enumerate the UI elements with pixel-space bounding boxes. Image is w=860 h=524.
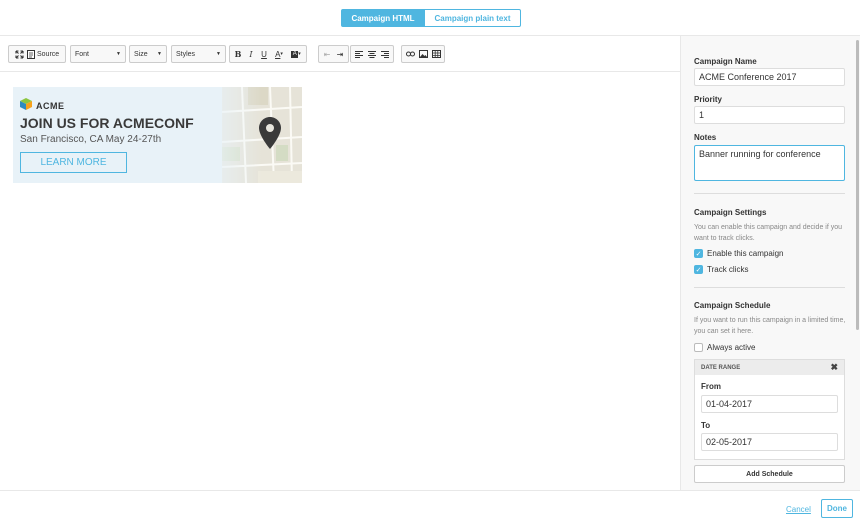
campaign-name-input[interactable]: ACME Conference 2017	[694, 68, 845, 86]
map-pin-icon	[259, 117, 281, 154]
html-editor[interactable]: Source Font ▼ Size ▼ Styles ▼ B I U A ▾ A…	[0, 36, 680, 490]
acme-banner-image[interactable]: ACME JOIN US FOR ACMECONF San Francisco,…	[13, 87, 302, 183]
chevron-down-icon: ▼	[116, 51, 121, 57]
editor-toolbar: Source Font ▼ Size ▼ Styles ▼ B I U A ▾ A…	[0, 36, 680, 72]
banner-headline: JOIN US FOR ACMECONF	[20, 115, 194, 131]
date-range-title: DATE RANGE	[701, 364, 741, 371]
campaign-name-label: Campaign Name	[694, 57, 757, 66]
source-button[interactable]: Source	[8, 45, 66, 63]
indent-group: ⇤ ⇥	[318, 45, 349, 63]
italic-icon[interactable]: I	[245, 47, 257, 61]
size-label: Size	[134, 50, 148, 58]
enable-campaign-checkbox[interactable]: ✓ Enable this campaign	[694, 249, 784, 258]
maximize-icon[interactable]	[13, 47, 25, 61]
track-clicks-checkbox[interactable]: ✓ Track clicks	[694, 265, 748, 274]
date-range-card: DATE RANGE ✖ From 01-04-2017 To 02-05-20…	[694, 359, 845, 460]
acme-brand-text: ACME	[36, 101, 65, 111]
view-tabs: Campaign HTML Campaign plain text	[341, 9, 521, 27]
track-clicks-label: Track clicks	[707, 265, 749, 274]
close-icon[interactable]: ✖	[830, 362, 838, 373]
align-group	[350, 45, 394, 63]
source-label: Source	[37, 50, 60, 58]
notes-label: Notes	[694, 133, 717, 142]
acme-logo: ACME	[20, 97, 65, 115]
font-select[interactable]: Font ▼	[70, 45, 126, 63]
source-icon	[25, 47, 37, 61]
from-label: From	[701, 382, 721, 391]
acme-cube-icon	[20, 97, 32, 115]
notes-textarea[interactable]: Banner running for conference	[694, 145, 845, 181]
background-color-icon[interactable]: A ▾	[288, 47, 304, 61]
map-fade	[202, 87, 262, 183]
indent-icon[interactable]: ⇥	[334, 47, 346, 61]
tab-campaign-html[interactable]: Campaign HTML	[341, 9, 425, 27]
chevron-down-icon: ▼	[157, 51, 162, 57]
styles-label: Styles	[176, 50, 196, 58]
banner-subline: San Francisco, CA May 24-27th	[20, 134, 162, 145]
priority-label: Priority	[694, 95, 723, 104]
size-select[interactable]: Size ▼	[129, 45, 167, 63]
divider	[694, 193, 845, 194]
campaign-settings-panel: Campaign Name ACME Conference 2017 Prior…	[680, 36, 860, 490]
text-color-icon[interactable]: A ▾	[271, 47, 287, 61]
link-icon[interactable]	[404, 47, 416, 61]
checkbox-empty-icon	[694, 343, 703, 352]
always-active-checkbox[interactable]: Always active	[694, 343, 755, 352]
chevron-down-icon: ▼	[216, 51, 221, 57]
campaign-schedule-title: Campaign Schedule	[694, 301, 771, 310]
image-icon[interactable]	[417, 47, 429, 61]
underline-icon[interactable]: U	[258, 47, 270, 61]
date-range-header: DATE RANGE ✖	[695, 360, 844, 375]
to-label: To	[701, 421, 711, 430]
done-button[interactable]: Done	[821, 499, 853, 518]
outdent-icon[interactable]: ⇤	[321, 47, 333, 61]
always-active-label: Always active	[707, 343, 756, 352]
checkmark-icon: ✓	[694, 249, 703, 258]
align-right-icon[interactable]	[379, 47, 391, 61]
add-schedule-button[interactable]: Add Schedule	[694, 465, 845, 483]
align-center-icon[interactable]	[366, 47, 378, 61]
campaign-settings-help: You can enable this campaign and decide …	[694, 224, 843, 242]
top-bar: Campaign HTML Campaign plain text	[0, 0, 860, 36]
insert-group	[401, 45, 445, 63]
to-date-input[interactable]: 02-05-2017	[701, 433, 838, 451]
from-date-input[interactable]: 01-04-2017	[701, 395, 838, 413]
campaign-schedule-help: If you want to run this campaign in a li…	[694, 317, 846, 335]
font-label: Font	[75, 50, 90, 58]
divider	[694, 287, 845, 288]
format-group: B I U A ▾ A ▾	[229, 45, 307, 63]
tab-campaign-plain-text[interactable]: Campaign plain text	[425, 9, 521, 27]
align-left-icon[interactable]	[353, 47, 365, 61]
checkmark-icon: ✓	[694, 265, 703, 274]
footer-bar: Cancel Done	[0, 490, 860, 524]
panel-scrollbar[interactable]	[856, 40, 859, 330]
table-icon[interactable]	[430, 47, 442, 61]
bold-icon[interactable]: B	[232, 47, 244, 61]
styles-select[interactable]: Styles ▼	[171, 45, 226, 63]
campaign-settings-title: Campaign Settings	[694, 208, 767, 217]
learn-more-button[interactable]: LEARN MORE	[20, 152, 127, 173]
priority-input[interactable]: 1	[694, 106, 845, 124]
enable-campaign-label: Enable this campaign	[707, 249, 784, 258]
cancel-link[interactable]: Cancel	[786, 505, 811, 514]
